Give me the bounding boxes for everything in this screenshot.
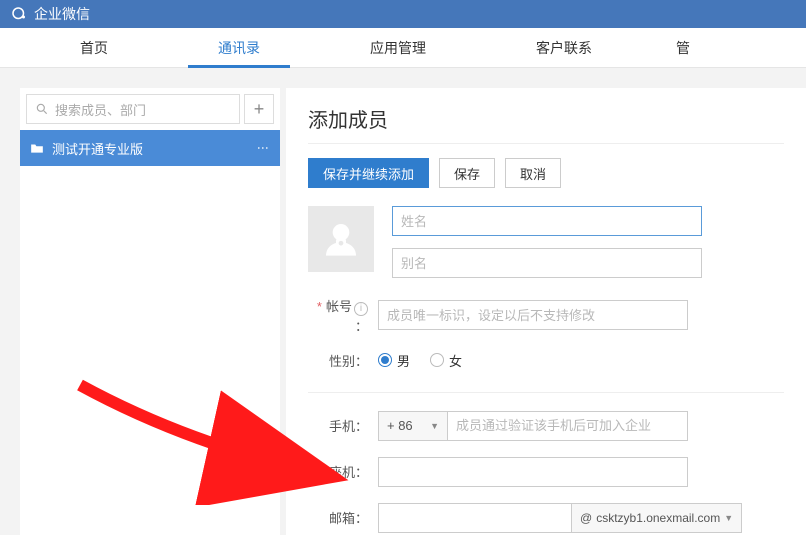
account-label: *帐号i： [308, 296, 368, 335]
dept-name: 测试开通专业版 [52, 139, 143, 158]
email-domain-select[interactable]: @csktzyb1.onexmail.com▼ [572, 503, 742, 533]
nav-tab-customers[interactable]: 客户联系 [506, 28, 622, 68]
app-logo-icon [10, 5, 28, 23]
sidebar: 搜索成员、部门 + 测试开通专业版 ⋮ [20, 88, 280, 535]
chevron-down-icon: ▼ [430, 421, 439, 431]
divider [308, 143, 784, 144]
folder-icon [30, 142, 44, 154]
app-name: 企业微信 [34, 4, 90, 24]
app-topbar: 企业微信 [0, 0, 806, 28]
avatar-upload[interactable] [308, 206, 374, 272]
landline-label: 座机： [308, 462, 368, 481]
phone-label: 手机： [308, 416, 368, 435]
add-dept-button[interactable]: + [244, 94, 274, 124]
save-button[interactable]: 保存 [439, 158, 495, 188]
landline-input[interactable] [378, 457, 688, 487]
avatar-placeholder-icon [321, 219, 361, 259]
dept-item[interactable]: 测试开通专业版 ⋮ [20, 130, 280, 166]
page-title: 添加成员 [308, 104, 784, 133]
account-input[interactable] [378, 300, 688, 330]
dept-more-icon[interactable]: ⋮ [256, 142, 270, 155]
nav-tab-home[interactable]: 首页 [50, 28, 138, 68]
account-hint-icon[interactable]: i [354, 302, 368, 316]
search-input[interactable]: 搜索成员、部门 [26, 94, 240, 124]
chevron-down-icon: ▼ [724, 513, 733, 523]
alias-input[interactable] [392, 248, 702, 278]
divider [308, 392, 784, 393]
phone-input[interactable] [448, 411, 688, 441]
save-continue-button[interactable]: 保存并继续添加 [308, 158, 429, 188]
main-nav: 首页 通讯录 应用管理 客户联系 管 [0, 28, 806, 68]
search-placeholder: 搜索成员、部门 [55, 100, 146, 119]
email-label: 邮箱： [308, 508, 368, 527]
cancel-button[interactable]: 取消 [505, 158, 561, 188]
nav-tab-more[interactable]: 管 [672, 28, 694, 68]
country-code-select[interactable]: + 86▼ [378, 411, 448, 441]
name-input[interactable] [392, 206, 702, 236]
nav-tab-contacts[interactable]: 通讯录 [188, 28, 290, 68]
gender-female-radio[interactable]: 女 [430, 351, 462, 370]
email-input[interactable] [378, 503, 572, 533]
search-icon [35, 102, 49, 116]
nav-tab-apps[interactable]: 应用管理 [340, 28, 456, 68]
gender-male-radio[interactable]: 男 [378, 351, 410, 370]
main-content: 添加成员 保存并继续添加 保存 取消 *帐号i： 性别： 男 [286, 88, 806, 535]
gender-label: 性别： [308, 351, 368, 370]
